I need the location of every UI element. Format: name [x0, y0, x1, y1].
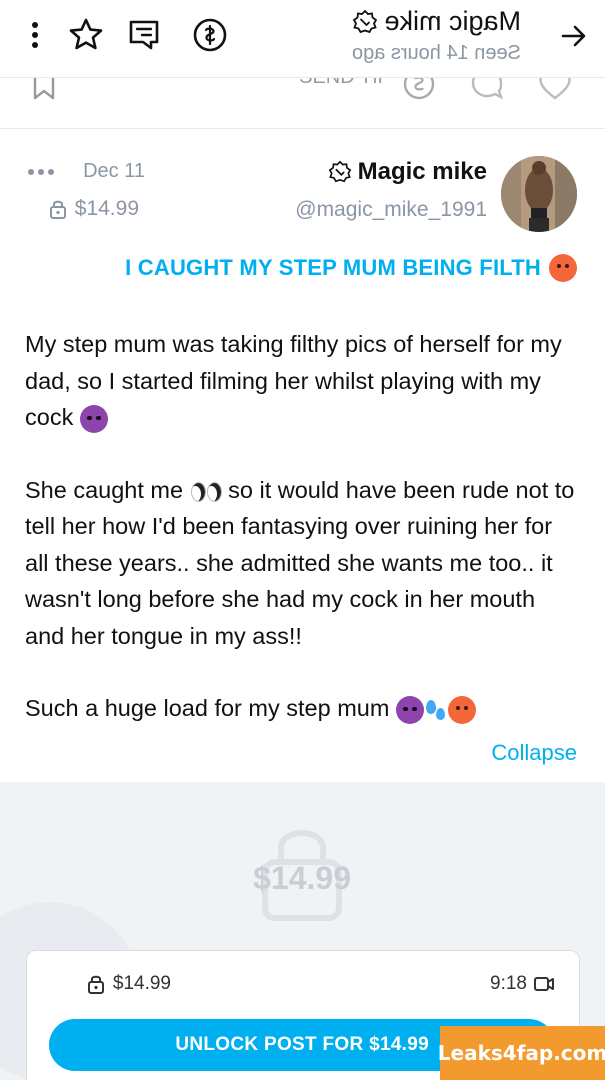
author-handle-text: @magic_mike_1991	[295, 198, 487, 221]
smiling-devil-emoji-icon	[395, 695, 424, 724]
kebab-menu-icon[interactable]	[21, 16, 49, 54]
section-divider	[0, 128, 605, 129]
post-paragraph: My step mum was taking filthy pics of he…	[25, 326, 577, 436]
lock-icon	[87, 975, 104, 994]
hot-face-emoji-icon	[549, 254, 577, 282]
verified-badge-icon	[328, 160, 351, 183]
card-price: $14.99	[87, 973, 171, 995]
previous-post-actions: SEND TIP	[0, 78, 605, 104]
avatar[interactable]	[501, 156, 577, 232]
comment-icon[interactable]	[467, 78, 507, 104]
back-arrow-icon[interactable]	[555, 18, 591, 54]
locked-price-text: $14.99	[253, 860, 352, 896]
unlock-post-label: UNLOCK POST FOR $14.99	[175, 1034, 429, 1055]
author-name-text: Magic mike	[357, 158, 487, 185]
media-duration-text: 9:18	[490, 973, 527, 994]
video-icon	[534, 977, 554, 991]
chat-status: Seen 14 hours ago	[351, 42, 521, 64]
locked-price: $14.99	[0, 860, 605, 897]
post-date-text: Dec 11	[83, 160, 145, 182]
note-icon[interactable]	[125, 16, 163, 54]
heart-icon[interactable]	[535, 78, 575, 104]
post-title: I CAUGHT MY STEP MUM BEING FILTH	[125, 254, 577, 282]
hot-face-emoji-icon	[447, 695, 476, 724]
post-price: $14.99	[49, 197, 139, 221]
verified-badge-icon	[353, 9, 378, 33]
post-price-text: $14.99	[74, 197, 139, 220]
tip-icon[interactable]	[399, 78, 439, 104]
card-price-text: $14.99	[112, 973, 171, 994]
bookmark-icon[interactable]	[27, 78, 61, 102]
top-bar: Magic mike Seen 14 hours ago	[0, 0, 605, 78]
chat-page: Magic mike Seen 14 hours ago Magic mike …	[0, 0, 605, 1080]
send-tip-label[interactable]: SEND TIP	[299, 78, 391, 89]
post-paragraph: Such a huge load for my step mum	[25, 690, 577, 727]
collapse-link-text: Collapse	[491, 740, 577, 765]
collapse-link[interactable]: Collapse	[491, 740, 577, 766]
smiling-devil-emoji-icon	[79, 404, 108, 433]
chat-title-text: Magic mike	[384, 6, 521, 36]
sweat-droplets-emoji-icon	[424, 696, 448, 724]
watermark: Leaks4fap.com	[438, 1026, 605, 1080]
post-paragraph: She caught me so it would have been rude…	[25, 472, 577, 655]
eyes-emoji-icon	[190, 480, 222, 502]
author-name[interactable]: Magic mike	[328, 158, 487, 186]
chat-title[interactable]: Magic mike	[352, 6, 521, 37]
dollar-tip-icon[interactable]	[191, 16, 229, 54]
more-options-icon[interactable]	[25, 160, 57, 184]
post-paragraph-text: Such a huge load for my step mum	[25, 695, 390, 721]
author-handle[interactable]: @magic_mike_1991	[295, 198, 487, 222]
media-duration: 9:18	[490, 973, 555, 995]
post-body: My step mum was taking filthy pics of he…	[25, 326, 577, 727]
post-paragraph-text: She caught me	[25, 476, 184, 503]
star-icon[interactable]	[67, 16, 105, 54]
lock-icon	[49, 200, 66, 219]
post-date: Dec 11	[83, 160, 145, 183]
post-title-text: I CAUGHT MY STEP MUM BEING FILTH	[125, 255, 541, 280]
